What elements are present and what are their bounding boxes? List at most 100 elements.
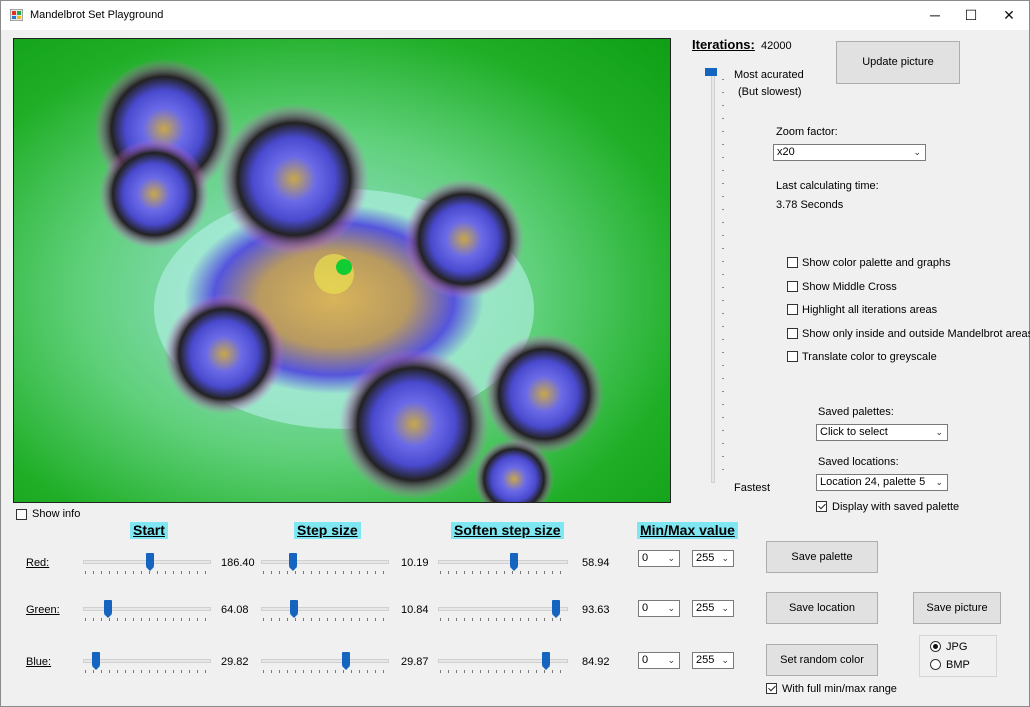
green-soften-slider-track[interactable]	[438, 607, 568, 611]
zoom-factor-label: Zoom factor:	[776, 126, 838, 138]
display-saved-palette-checkbox[interactable]	[816, 501, 827, 512]
start-header: Start	[130, 522, 168, 539]
saved-locations-label: Saved locations:	[818, 456, 899, 468]
fractal-image	[94, 59, 604, 502]
full-range-checkbox[interactable]	[766, 683, 777, 694]
blue-start-slider-track[interactable]	[83, 659, 211, 663]
zoom-factor-select[interactable]: x20 ⌄	[773, 144, 926, 161]
red-start-value: 186.40	[221, 557, 255, 569]
calc-time-label: Last calculating time:	[776, 180, 879, 192]
display-saved-palette-label: Display with saved palette	[832, 501, 960, 513]
blue-max-select[interactable]: 255 ⌄	[692, 652, 734, 669]
green-step-slider-thumb[interactable]	[290, 600, 298, 618]
chevron-down-icon: ⌄	[667, 603, 675, 613]
option-label-greyscale: Translate color to greyscale	[802, 351, 937, 363]
green-soften-value: 93.63	[582, 604, 610, 616]
slowest-label: (But slowest)	[738, 86, 802, 98]
green-max-select[interactable]: 255 ⌄	[692, 600, 734, 617]
blue-step-value: 29.87	[401, 656, 429, 668]
green-max-value: 255	[696, 602, 715, 614]
window-title: Mandelbrot Set Playground	[30, 9, 164, 21]
most-accurate-label: Most acurated	[734, 69, 804, 81]
iterations-label: Iterations:	[692, 37, 755, 52]
fastest-label: Fastest	[734, 482, 771, 494]
green-min-select[interactable]: 0 ⌄	[638, 600, 680, 617]
saved-palettes-select[interactable]: Click to select ⌄	[816, 424, 948, 441]
iterations-slider-track[interactable]	[711, 73, 715, 483]
red-soften-slider-ticks	[440, 571, 566, 574]
green-start-slider-track[interactable]	[83, 607, 211, 611]
red-max-select[interactable]: 255 ⌄	[692, 550, 734, 567]
option-label-middle-cross: Show Middle Cross	[802, 281, 897, 293]
save-location-button[interactable]: Save location	[766, 592, 878, 624]
iterations-value: 42000	[761, 40, 792, 52]
chevron-down-icon: ⌄	[721, 655, 729, 665]
blue-start-slider-thumb[interactable]	[92, 652, 100, 670]
green-soften-slider-ticks	[440, 618, 566, 621]
jpg-label: JPG	[946, 641, 968, 653]
red-start-slider-thumb[interactable]	[146, 553, 154, 571]
blue-row-label: Blue:	[26, 656, 52, 668]
blue-soften-slider-thumb[interactable]	[542, 652, 550, 670]
bmp-radio[interactable]	[930, 659, 941, 670]
set-random-color-button[interactable]: Set random color	[766, 644, 878, 676]
chevron-down-icon: ⌄	[667, 553, 675, 563]
green-start-value: 64.08	[221, 604, 249, 616]
calc-time-value: 3.78 Seconds	[776, 199, 844, 211]
option-label-highlight: Highlight all iterations areas	[802, 304, 938, 316]
minimize-button[interactable]: ─	[915, 1, 955, 30]
save-picture-button[interactable]: Save picture	[913, 592, 1001, 624]
red-soften-value: 58.94	[582, 557, 610, 569]
red-row-label: Red:	[26, 557, 50, 569]
green-soften-slider-thumb[interactable]	[552, 600, 560, 618]
option-checkbox-middle-cross[interactable]	[787, 281, 798, 292]
iterations-slider-thumb[interactable]	[705, 68, 717, 76]
iterations-slider-ticks	[722, 79, 724, 479]
app-icon	[10, 9, 23, 21]
zoom-factor-value: x20	[777, 146, 795, 158]
green-start-slider-ticks	[85, 618, 209, 621]
blue-min-select[interactable]: 0 ⌄	[638, 652, 680, 669]
save-palette-button[interactable]: Save palette	[766, 541, 878, 573]
show-info-checkbox[interactable]	[16, 509, 27, 520]
blue-step-slider-thumb[interactable]	[342, 652, 350, 670]
red-min-select[interactable]: 0 ⌄	[638, 550, 680, 567]
close-button[interactable]: ✕	[989, 1, 1029, 30]
red-soften-slider-thumb[interactable]	[510, 553, 518, 571]
red-soften-slider-track[interactable]	[438, 560, 568, 564]
blue-soften-slider-ticks	[440, 670, 566, 673]
chevron-down-icon: ⌄	[667, 655, 675, 665]
chevron-down-icon: ⌄	[721, 603, 729, 613]
green-step-slider-ticks	[263, 618, 387, 621]
full-range-label: With full min/max range	[782, 683, 897, 695]
soften-step-header: Soften step size	[451, 522, 564, 539]
fractal-canvas[interactable]	[13, 38, 671, 503]
red-step-slider-thumb[interactable]	[289, 553, 297, 571]
blue-soften-value: 84.92	[582, 656, 610, 668]
option-checkbox-highlight[interactable]	[787, 304, 798, 315]
saved-palettes-value: Click to select	[820, 426, 888, 438]
blue-start-value: 29.82	[221, 656, 249, 668]
option-checkbox-palette[interactable]	[787, 257, 798, 268]
green-step-value: 10.84	[401, 604, 429, 616]
option-checkbox-inside-outside[interactable]	[787, 328, 798, 339]
chevron-down-icon: ⌄	[935, 477, 943, 487]
option-label-palette: Show color palette and graphs	[802, 257, 951, 269]
option-checkbox-greyscale[interactable]	[787, 351, 798, 362]
saved-locations-select[interactable]: Location 24, palette 5 ⌄	[816, 474, 948, 491]
green-row-label: Green:	[26, 604, 60, 616]
bmp-label: BMP	[946, 659, 970, 671]
update-picture-button[interactable]: Update picture	[836, 41, 960, 84]
jpg-radio[interactable]	[930, 641, 941, 652]
red-step-slider-track[interactable]	[261, 560, 389, 564]
green-step-slider-track[interactable]	[261, 607, 389, 611]
red-step-slider-ticks	[263, 571, 387, 574]
step-size-header: Step size	[294, 522, 361, 539]
saved-locations-value: Location 24, palette 5	[820, 476, 926, 488]
blue-min-value: 0	[642, 654, 649, 666]
saved-palettes-label: Saved palettes:	[818, 406, 894, 418]
blue-step-slider-track[interactable]	[261, 659, 389, 663]
green-start-slider-thumb[interactable]	[104, 600, 112, 618]
blue-max-value: 255	[696, 654, 715, 666]
maximize-button[interactable]: ☐	[951, 1, 991, 30]
